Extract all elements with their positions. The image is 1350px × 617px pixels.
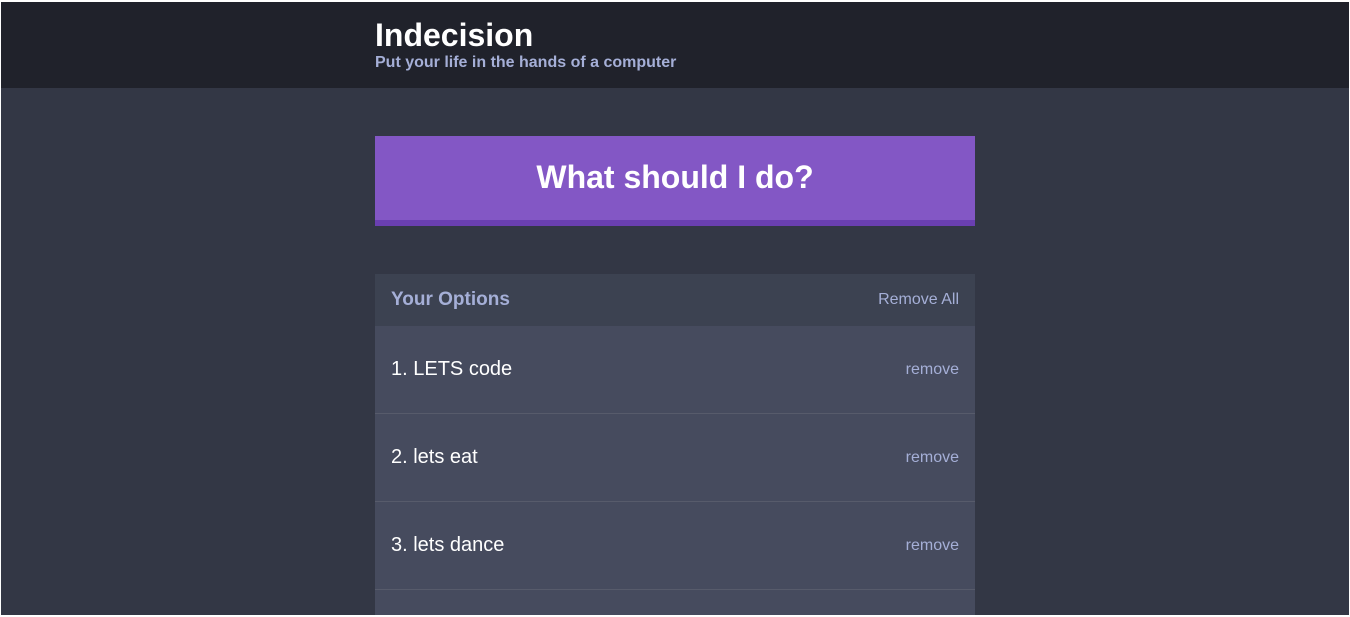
header-content: Indecision Put your life in the hands of… <box>375 16 676 72</box>
what-should-i-do-button[interactable]: What should I do? <box>375 136 975 226</box>
option-text: 2. lets eat <box>391 446 478 468</box>
option-text: 1. LETS code <box>391 358 513 380</box>
remove-option-button[interactable]: remove <box>906 361 959 379</box>
option-item: 2. lets eat remove <box>375 414 975 502</box>
option-text: 3. lets dance <box>391 534 505 556</box>
app-header: Indecision Put your life in the hands of… <box>1 2 1349 88</box>
remove-option-button[interactable]: remove <box>906 537 959 555</box>
remove-all-button[interactable]: Remove All <box>878 291 959 309</box>
options-title: Your Options <box>391 289 510 310</box>
options-widget-header: Your Options Remove All <box>375 274 975 326</box>
app-subtitle: Put your life in the hands of a computer <box>375 54 677 71</box>
options-widget: Your Options Remove All 1. LETS code rem… <box>375 274 975 615</box>
remove-option-button[interactable]: remove <box>906 449 959 467</box>
option-item: 1. LETS code remove <box>375 326 975 414</box>
app-viewport: Indecision Put your life in the hands of… <box>1 2 1349 615</box>
option-item: 3. lets dance remove <box>375 502 975 590</box>
app-title: Indecision <box>375 17 534 53</box>
